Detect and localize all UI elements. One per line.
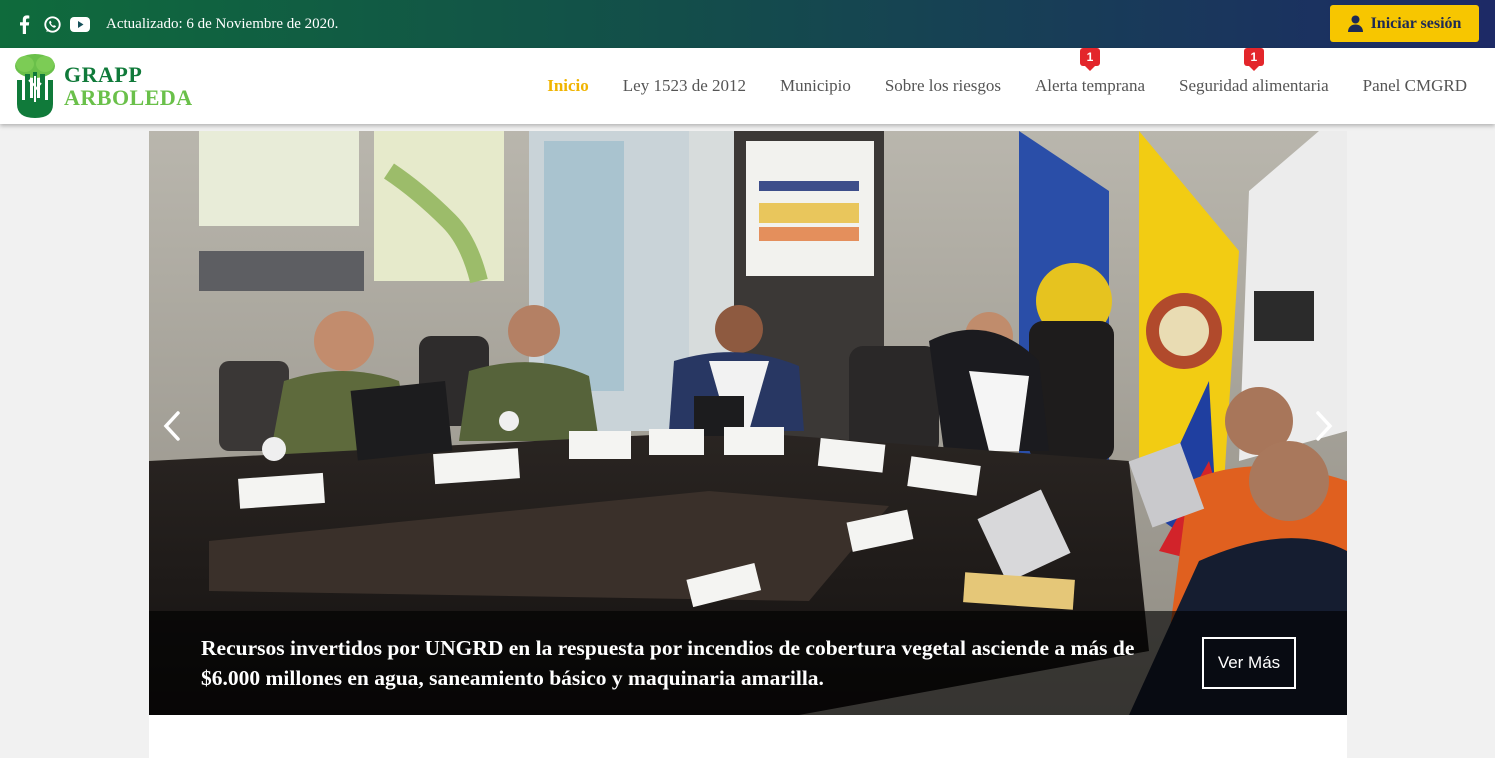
slide-caption: Recursos invertidos por UNGRD en la resp…	[149, 611, 1347, 715]
social-links	[14, 14, 90, 34]
tree-hand-logo-icon	[15, 54, 55, 118]
nav-item-panel-cmgrd[interactable]: Panel CMGRD	[1363, 76, 1467, 96]
logo-line-2: ARBOLEDA	[64, 85, 193, 110]
last-updated-text: Actualizado: 6 de Noviembre de 2020.	[106, 15, 339, 32]
content-panel	[149, 715, 1347, 758]
nav-item-label: Alerta temprana	[1035, 76, 1145, 95]
nav-item-ley-1523[interactable]: Ley 1523 de 2012	[623, 76, 746, 96]
nav-menu: Inicio Ley 1523 de 2012 Municipio Sobre …	[513, 48, 1467, 124]
news-carousel[interactable]: Recursos invertidos por UNGRD en la resp…	[149, 131, 1347, 715]
chevron-left-icon	[163, 411, 180, 441]
nav-item-seguridad-alimentaria[interactable]: Seguridad alimentaria 1	[1178, 48, 1329, 96]
notification-badge: 1	[1243, 48, 1264, 66]
top-bar: Actualizado: 6 de Noviembre de 2020. Ini…	[0, 0, 1495, 48]
login-label: Iniciar sesión	[1370, 14, 1462, 32]
nav-item-sobre-riesgos[interactable]: Sobre los riesgos	[885, 76, 1001, 96]
nav-item-label: Seguridad alimentaria	[1178, 76, 1329, 95]
nav-item-inicio[interactable]: Inicio	[547, 76, 589, 96]
user-icon	[1347, 15, 1363, 32]
carousel-prev-button[interactable]	[157, 406, 187, 446]
ver-mas-button[interactable]: Ver Más	[1202, 637, 1296, 689]
youtube-icon[interactable]	[70, 14, 90, 34]
carousel-next-button[interactable]	[1309, 406, 1339, 446]
site-logo[interactable]: GRAPP ARBOLEDA	[12, 52, 193, 120]
slide-caption-text: Recursos invertidos por UNGRD en la resp…	[201, 636, 1135, 690]
main-navbar: GRAPP ARBOLEDA Inicio Ley 1523 de 2012 M…	[0, 48, 1495, 124]
login-button[interactable]: Iniciar sesión	[1330, 5, 1479, 42]
chevron-right-icon	[1316, 411, 1333, 441]
nav-item-alerta-temprana[interactable]: Alerta temprana 1	[1035, 48, 1145, 96]
notification-badge: 1	[1080, 48, 1100, 66]
facebook-icon[interactable]	[14, 14, 34, 34]
nav-item-municipio[interactable]: Municipio	[780, 76, 851, 96]
logo-line-1: GRAPP	[64, 61, 143, 87]
whatsapp-icon[interactable]	[42, 14, 62, 34]
